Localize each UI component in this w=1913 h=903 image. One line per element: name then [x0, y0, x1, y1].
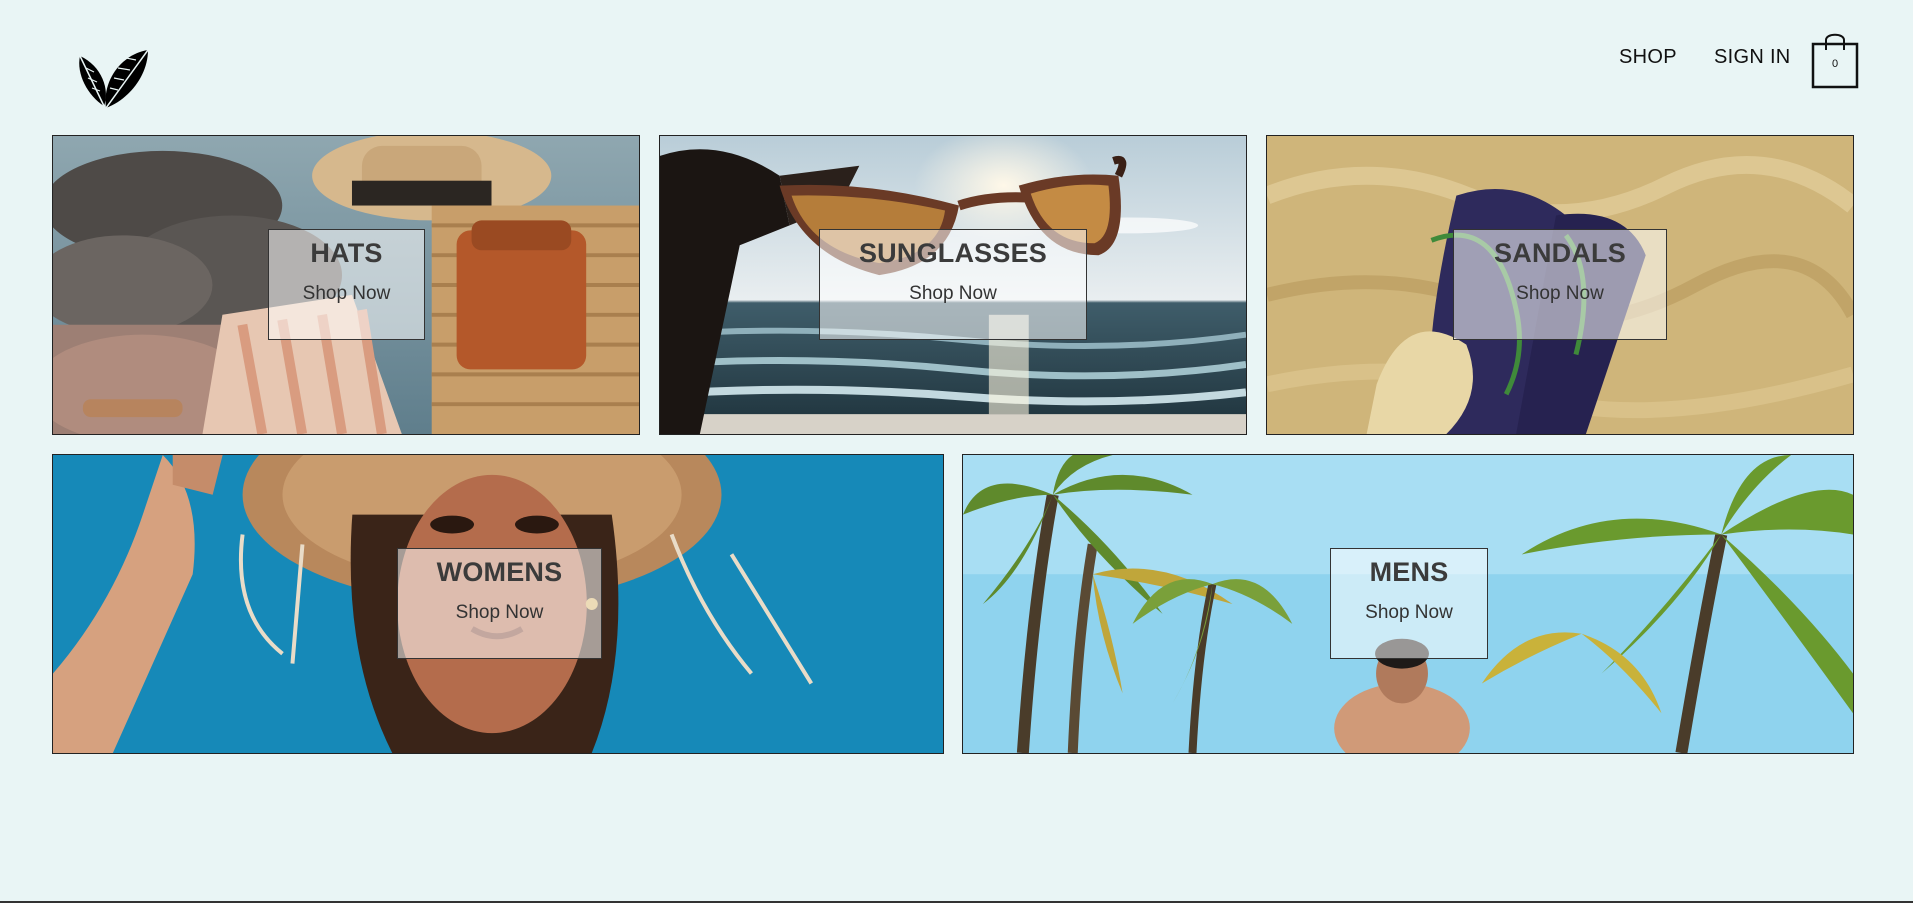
category-title: HATS: [310, 238, 383, 268]
category-label-mens[interactable]: MENS Shop Now: [1330, 548, 1488, 659]
shop-now-link[interactable]: Shop Now: [1454, 283, 1666, 305]
category-label-womens[interactable]: WOMENS Shop Now: [397, 548, 602, 659]
category-tile-womens[interactable]: WOMENS Shop Now: [52, 454, 944, 754]
nav-shop-link[interactable]: SHOP: [1619, 46, 1677, 69]
shop-now-link[interactable]: Shop Now: [820, 283, 1086, 305]
shop-now-link[interactable]: Shop Now: [398, 602, 601, 624]
category-tile-sandals[interactable]: SANDALS Shop Now: [1266, 135, 1854, 435]
category-label-hats[interactable]: HATS Shop Now: [268, 229, 425, 340]
cart-count: 0: [1831, 58, 1839, 70]
category-title: MENS: [1369, 557, 1449, 587]
category-title: SANDALS: [1494, 238, 1626, 268]
category-tile-hats[interactable]: HATS Shop Now: [52, 135, 640, 435]
nav-signin-link[interactable]: SIGN IN: [1714, 46, 1791, 69]
cart-button[interactable]: 0: [1810, 30, 1860, 90]
leaf-logo-icon[interactable]: [74, 44, 156, 112]
category-label-sunglasses[interactable]: SUNGLASSES Shop Now: [819, 229, 1087, 340]
category-tile-sunglasses[interactable]: SUNGLASSES Shop Now: [659, 135, 1247, 435]
site-header: SHOP SIGN IN 0: [0, 0, 1913, 135]
category-label-sandals[interactable]: SANDALS Shop Now: [1453, 229, 1667, 340]
category-title: SUNGLASSES: [858, 238, 1048, 268]
shop-now-link[interactable]: Shop Now: [269, 283, 424, 305]
category-title: WOMENS: [436, 557, 563, 587]
category-tile-mens[interactable]: MENS Shop Now: [962, 454, 1854, 754]
shop-now-link[interactable]: Shop Now: [1331, 602, 1487, 624]
